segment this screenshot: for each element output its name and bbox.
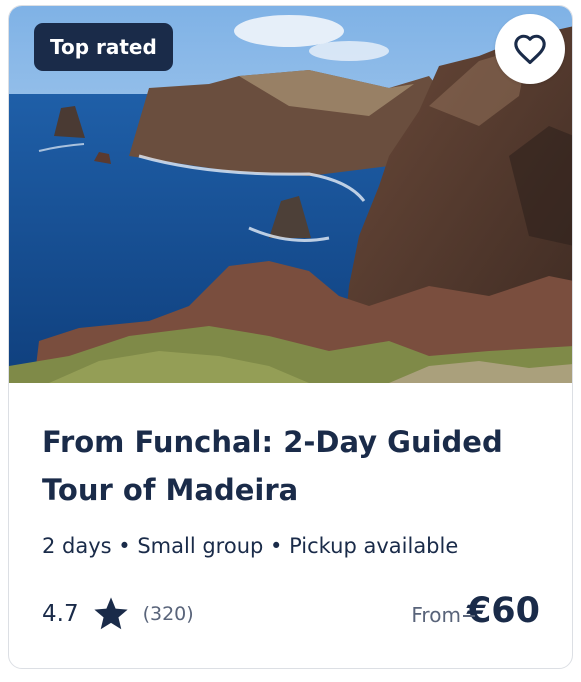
rating-row: 4.7 (320)	[42, 594, 194, 634]
top-rated-badge: Top rated	[34, 23, 173, 71]
price-amount: €60	[466, 591, 540, 631]
price-block: From €60	[411, 591, 540, 631]
price-strike	[463, 615, 476, 617]
tour-details: 2 days • Small group • Pickup available	[42, 534, 459, 558]
heart-outline-icon	[514, 34, 546, 65]
tour-card[interactable]: Top rated From Funchal: 2-Day Guided Tou…	[8, 5, 573, 669]
rating-value: 4.7	[42, 601, 79, 627]
price-prefix-text: From	[411, 603, 461, 627]
price-prefix: From	[411, 603, 476, 627]
star-icon	[93, 597, 128, 630]
wishlist-button[interactable]	[495, 14, 565, 84]
review-count: (320)	[142, 603, 194, 625]
tour-title[interactable]: From Funchal: 2-Day Guided Tour of Madei…	[42, 418, 542, 514]
